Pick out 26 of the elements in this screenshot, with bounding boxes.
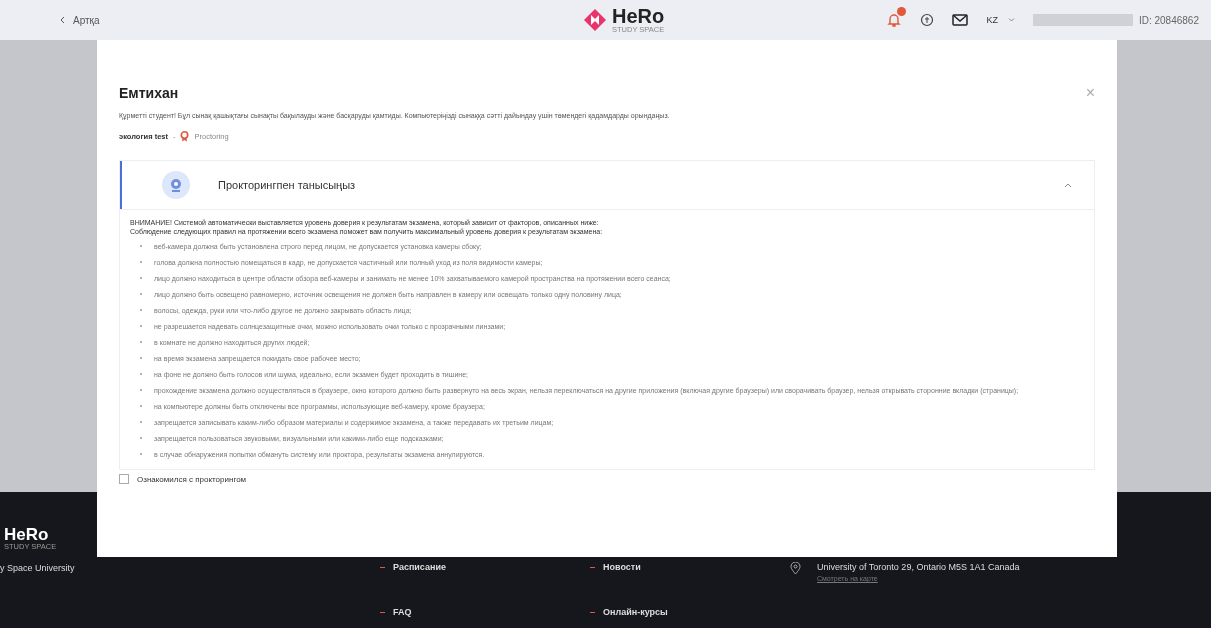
footer-link[interactable]: Новости [590,562,790,583]
award-icon [180,131,190,142]
dialog-title: Емтихан [119,85,179,101]
footer-logo-text: HeRo [4,526,50,543]
footer-link[interactable]: Онлайн-курсы [590,607,790,628]
coin-icon[interactable] [920,13,935,27]
chevron-icon [1064,182,1072,188]
location-pin-icon [790,562,801,575]
language-dropdown[interactable]: KZ [986,15,1015,25]
footer-link[interactable]: FAQ [380,607,590,628]
back-chevron-icon[interactable] [60,16,65,24]
footer-link[interactable]: Расписание [380,562,590,583]
webcam-icon [162,171,190,199]
logo-icon [582,6,608,33]
agree-checkbox[interactable] [119,474,129,484]
agree-label: Ознакомился с прокторингом [137,474,247,484]
user-id: ID: 20846862 [1138,14,1199,26]
bell-icon[interactable] [886,12,903,28]
address-text: University of Toronto 29, Ontario M5S 1A1 Canada [817,562,1020,572]
logo-text: HeRo [612,6,665,26]
back-link[interactable]: Артқа [73,14,100,26]
accordion-title: Прокторингпен танысыңыз [218,179,356,191]
university-name: y Space University [0,562,76,573]
mail-icon[interactable] [952,14,969,26]
caret-icon [1007,18,1015,22]
accordion-header[interactable]: Прокторингпен танысыңыз [120,161,1094,209]
